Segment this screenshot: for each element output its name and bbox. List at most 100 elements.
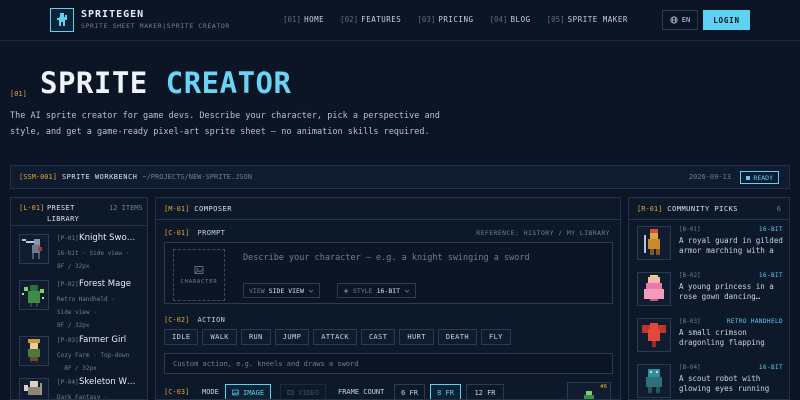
hero-tag: [01] — [10, 90, 27, 98]
mode-image-button[interactable]: IMAGE — [225, 384, 272, 399]
preset-code: [P-02] — [57, 281, 79, 288]
top-nav: SPRITEGEN SPRITE SHEET MAKER|SPRITE CREA… — [0, 0, 800, 41]
preset-thumbnail — [19, 336, 49, 366]
section-title: ACTION — [197, 316, 226, 324]
library-title: PRESET LIBRARY — [47, 204, 80, 223]
preset-code: [P-01] — [57, 235, 79, 242]
community-thumbnail — [637, 318, 671, 352]
farmer-sprite-icon — [28, 339, 40, 363]
title-part-b: CREATOR — [165, 66, 292, 100]
community-item-royal-guard[interactable]: [B-01] 16-BIT A royal guard in gilded ar… — [635, 224, 785, 268]
action-jump-button[interactable]: JUMP — [274, 329, 310, 345]
mode-video-button[interactable]: VIDEO — [280, 384, 327, 399]
preset-thumbnail — [19, 280, 49, 310]
nav-link-number: [03] — [417, 15, 436, 24]
nav-link-features[interactable]: [02] FEATURES — [340, 15, 401, 24]
preset-meta-line: 8F / 32px — [57, 263, 90, 270]
workbench-date: 2026-09-13 — [688, 173, 731, 181]
community-thumbnail — [637, 272, 671, 306]
preset-meta-line: Dark Fantasy · — [57, 394, 108, 400]
nav-link-home[interactable]: [01] HOME — [283, 15, 324, 24]
language-label: EN — [681, 16, 691, 24]
action-idle-button[interactable]: IDLE — [164, 329, 199, 345]
royal-guard-sprite-icon — [644, 229, 660, 255]
preset-code: [P-03] — [57, 337, 79, 344]
preset-item-forest-mage[interactable]: [P-02] Forest Mage Retro Handheld · Side… — [17, 276, 143, 329]
preset-name: Knight Swo… — [79, 233, 136, 243]
composer-panel: [M-01] COMPOSER [C-01] PROMPT REFERENCE:… — [155, 197, 621, 400]
frame-6-button[interactable]: 6 FR — [394, 384, 425, 399]
view-value: SIDE VIEW — [268, 286, 304, 295]
frame-12-button[interactable]: 12 FR — [466, 384, 504, 399]
reference-links[interactable]: REFERENCE: HISTORY / MY LIBRARY — [476, 229, 610, 237]
community-item-princess[interactable]: [B-02] 16-BIT A young princess in a rose… — [635, 270, 785, 314]
frame-8-button[interactable]: 8 FR — [430, 384, 461, 399]
custom-action-input[interactable] — [164, 353, 613, 374]
mode-image-label: IMAGE — [243, 388, 265, 397]
preset-library-header: [L-01] PRESET LIBRARY 12 ITEMS — [11, 198, 147, 226]
preset-name: Forest Mage — [79, 279, 131, 289]
mode-video-label: VIDEO — [298, 388, 320, 397]
dragonling-sprite-icon — [642, 323, 666, 347]
brand-subtitle: SPRITE SHEET MAKER|SPRITE CREATOR — [81, 22, 230, 30]
preset-name: Skeleton W… — [79, 377, 136, 387]
style-value: 16-BIT — [376, 286, 401, 295]
nav-link-label: FEATURES — [361, 15, 402, 24]
section-tag: [C-02] — [164, 316, 190, 324]
community-item-dragonling[interactable]: [B-03] RETRO HANDHELD A small crimson dr… — [635, 316, 785, 360]
view-key: VIEW — [249, 286, 265, 295]
preset-item-knight[interactable]: [P-01] Knight Swo… 16-bit · Side view · … — [17, 230, 143, 276]
image-upload-icon — [194, 266, 204, 274]
brand-name[interactable]: SPRITEGEN — [81, 9, 144, 20]
image-icon — [232, 389, 239, 396]
preset-code: [P-04] — [57, 379, 79, 386]
view-select[interactable]: VIEW SIDE VIEW — [243, 283, 320, 298]
nav-link-sprite-maker[interactable]: [05] SPRITE MAKER — [547, 15, 628, 24]
preset-item-farmer-girl[interactable]: [P-03] Farmer Girl Cozy Farm · Top-down … — [17, 332, 143, 378]
scout-robot-sprite-icon — [646, 369, 662, 393]
knight-sprite-icon — [22, 239, 42, 259]
community-item-scout-robot[interactable]: [B-04] 16-BIT A scout robot with glowing… — [635, 362, 785, 399]
workbench-name: SPRITE WORKBENCH — [61, 173, 138, 181]
sparkle-icon — [343, 287, 349, 294]
nav-link-number: [04] — [489, 15, 508, 24]
preset-meta-line: 8F / 32px — [57, 322, 90, 329]
action-cast-button[interactable]: CAST — [360, 329, 396, 345]
community-header: [R-01] COMMUNITY PICKS 6 — [629, 198, 789, 220]
action-fly-button[interactable]: FLY — [480, 329, 511, 345]
community-style-tag: 16-BIT — [758, 272, 783, 279]
community-style-tag: 16-BIT — [758, 226, 783, 233]
nav-link-blog[interactable]: [04] BLOG — [489, 15, 530, 24]
action-death-button[interactable]: DEATH — [437, 329, 477, 345]
prompt-input[interactable] — [243, 251, 603, 265]
section-title: PROMPT — [197, 229, 226, 237]
action-walk-button[interactable]: WALK — [202, 329, 237, 345]
community-code: [B-03] — [679, 318, 701, 325]
community-description: A young princess in a rose gown dancing… — [679, 282, 774, 301]
preset-thumbnail — [19, 378, 49, 399]
pixel-knight-logo-icon — [57, 13, 67, 26]
preset-item-skeleton[interactable]: [P-04] Skeleton W… Dark Fantasy · — [17, 374, 143, 399]
preset-meta-line: 16-bit · Side view · — [57, 250, 130, 257]
community-description: A scout robot with glowing eyes running … — [679, 374, 770, 395]
preview-thumbnail[interactable]: #8 — [567, 382, 611, 399]
community-style-tag: RETRO HANDHELD — [726, 318, 783, 325]
hero-description: The AI sprite creator for game devs. Des… — [10, 111, 440, 137]
community-thumbnail — [637, 364, 671, 398]
globe-icon — [670, 16, 678, 24]
style-select[interactable]: STYLE 16-BIT — [337, 283, 417, 298]
language-switcher[interactable]: EN — [662, 10, 698, 30]
login-button[interactable]: LOGIN — [703, 10, 750, 30]
composer-header: [M-01] COMPOSER — [156, 198, 620, 220]
logo[interactable] — [50, 8, 74, 32]
character-label: CHARACTER — [180, 279, 218, 285]
character-upload[interactable]: CHARACTER — [173, 249, 225, 301]
action-attack-button[interactable]: ATTACK — [313, 329, 357, 345]
status-dot-icon — [746, 175, 751, 180]
action-hurt-button[interactable]: HURT — [399, 329, 434, 345]
mode-label: MODE — [202, 388, 219, 396]
nav-link-label: PRICING — [438, 15, 474, 24]
nav-link-pricing[interactable]: [03] PRICING — [417, 15, 473, 24]
action-run-button[interactable]: RUN — [240, 329, 271, 345]
nav-link-label: BLOG — [510, 15, 531, 24]
